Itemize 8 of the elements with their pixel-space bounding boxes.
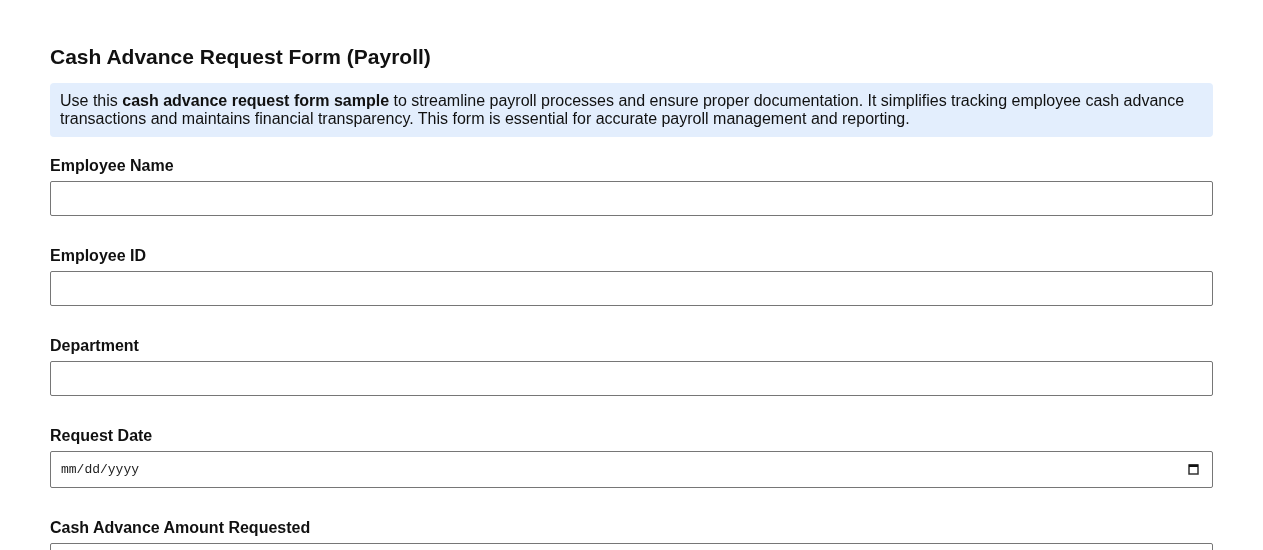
date-field[interactable]: mm/dd/yyyy: [50, 451, 1213, 488]
form-title: Cash Advance Request Form (Payroll): [50, 44, 432, 70]
field-label: Request Date: [50, 427, 154, 445]
field-label: Department: [50, 337, 140, 355]
field-label: Employee ID: [50, 247, 148, 265]
intro-note: Use this cash advance request form sample to streamline payroll processes and ensure proper documentation. It simplifies tracking employee cash advance transactions and maintains financial transparency. This form is essential for accurate payroll management and reporting.: [50, 83, 1213, 137]
field-label: Cash Advance Amount Requested: [50, 519, 312, 537]
field-label: Employee Name: [50, 157, 175, 175]
